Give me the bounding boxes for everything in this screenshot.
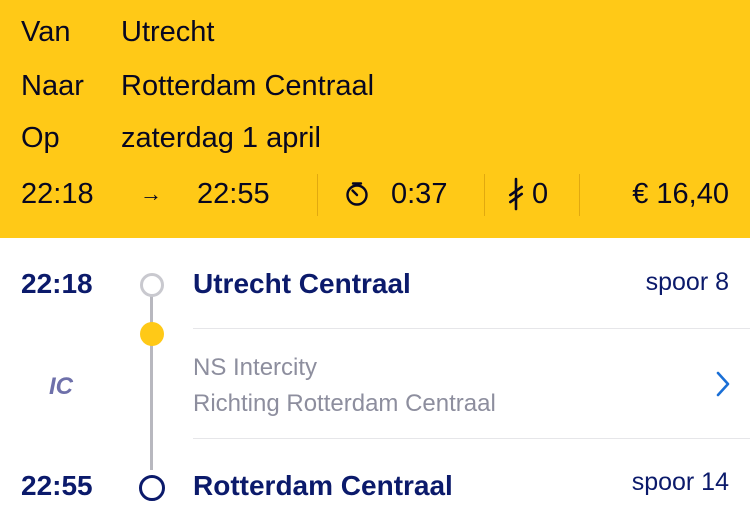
summary-departure: 22:18	[21, 177, 94, 210]
trip-header: Van Utrecht Naar Rotterdam Centraal Op z…	[0, 0, 750, 238]
summary-transfers: 0	[532, 177, 549, 210]
divider	[193, 438, 750, 439]
summary-price: € 16,40	[632, 177, 729, 210]
arrow-icon: →	[140, 181, 162, 206]
trip-summary: 22:18 → 22:55 0:37 0 € 16,40	[0, 170, 750, 218]
stopwatch-icon	[343, 170, 371, 218]
summary-divider	[317, 174, 318, 216]
destination-time: 22:55	[21, 470, 93, 501]
origin-time: 22:18	[21, 268, 93, 299]
summary-arrival: 22:55	[197, 177, 270, 210]
leg-operator: NS Intercity	[193, 354, 318, 381]
from-value: Utrecht	[121, 15, 215, 48]
divider	[193, 328, 750, 329]
transfer-icon	[506, 170, 526, 218]
current-position-icon	[140, 322, 164, 346]
destination-node-icon	[139, 475, 165, 501]
origin-node-icon	[140, 273, 164, 297]
chevron-right-icon[interactable]	[716, 371, 730, 402]
date-value: zaterdag 1 april	[121, 121, 321, 154]
summary-divider	[579, 174, 580, 216]
destination-track: spoor 14	[631, 468, 729, 496]
origin-station[interactable]: Utrecht Centraal	[193, 268, 411, 300]
journey-details: 22:18 Utrecht Centraal spoor 8 IC NS Int…	[0, 238, 750, 516]
to-value: Rotterdam Centraal	[121, 69, 375, 102]
date-label: Op	[21, 121, 60, 154]
leg-direction: Richting Rotterdam Centraal	[193, 390, 496, 417]
to-label: Naar	[21, 69, 84, 102]
summary-divider	[484, 174, 485, 216]
destination-station[interactable]: Rotterdam Centraal	[193, 470, 453, 502]
train-type-badge: IC	[49, 373, 73, 400]
summary-duration: 0:37	[391, 177, 448, 210]
from-label: Van	[21, 15, 71, 48]
origin-track: spoor 8	[645, 268, 729, 296]
